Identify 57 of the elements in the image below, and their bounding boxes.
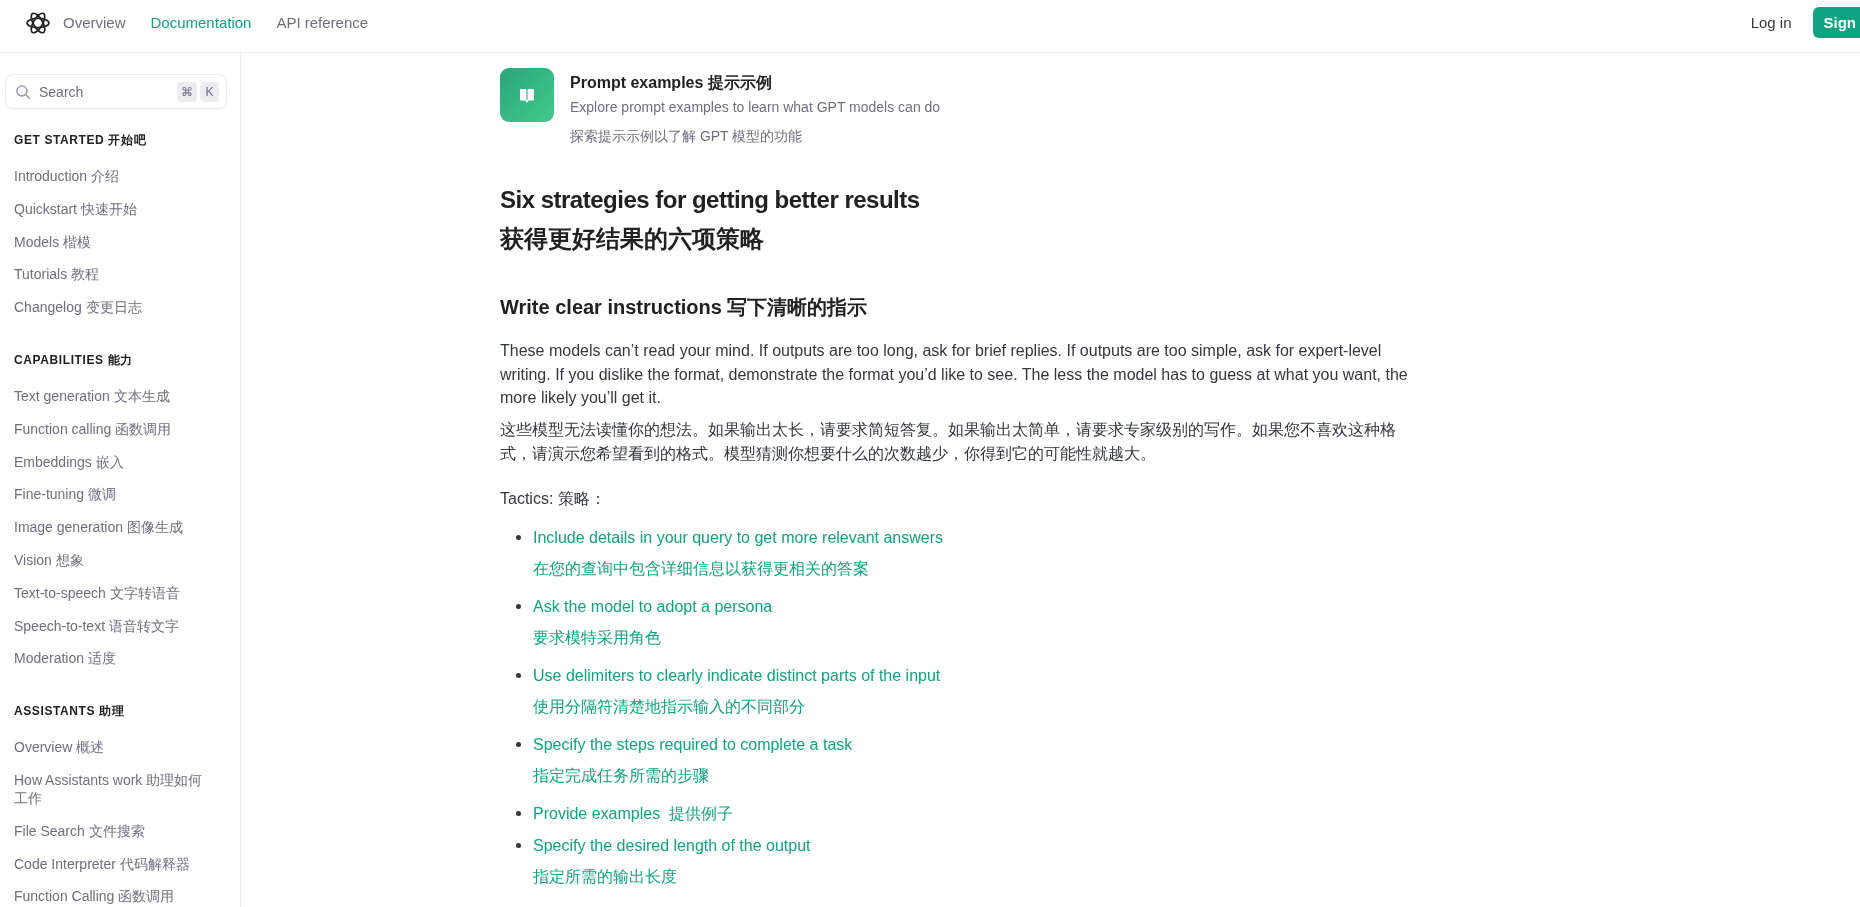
card-description-translation: 探索提示示例以了解 GPT 模型的功能 bbox=[570, 127, 804, 146]
sidebar-item[interactable]: Text-to-speech 文字转语音 bbox=[14, 576, 214, 610]
section-title: GET STARTED 开始吧 bbox=[14, 132, 148, 149]
bullet-icon bbox=[516, 673, 521, 678]
section-title: ASSISTANTS 助理 bbox=[14, 703, 126, 721]
sidebar-item[interactable]: Text generation 文本生成 bbox=[14, 379, 214, 413]
bullet-icon bbox=[516, 535, 521, 540]
shortcut-key: ⌘ bbox=[177, 81, 197, 102]
sidebar-item[interactable]: Image generation 图像生成 bbox=[14, 510, 214, 544]
signup-button[interactable]: Sign bbox=[1812, 7, 1860, 38]
sidebar-item[interactable]: Vision 想象 bbox=[14, 543, 214, 577]
tactic-link[interactable]: Include details in your query to get more relevant answers bbox=[533, 525, 943, 550]
bullet-icon bbox=[516, 742, 521, 747]
sidebar-item[interactable]: Quickstart 快速开始 bbox=[14, 192, 214, 226]
sidebar-item[interactable]: Code Interpreter 代码解释器 bbox=[14, 847, 214, 881]
bullet-icon bbox=[516, 604, 521, 609]
card-title[interactable]: Prompt examples 提示示例 bbox=[570, 73, 941, 93]
tactic-link[interactable]: Provide examples 提供例子 bbox=[533, 801, 734, 826]
paragraph: These models can’t read your mind. If outputs are too long, ask for brief replies. If outputs are too simple, ask for expert-level writing. If you dislike the format, demonstrate the format you’d like to see. The less the model has to guess at what you want, the more likely you’ll get it. bbox=[500, 341, 1409, 408]
sidebar-item[interactable]: Models 楷模 bbox=[14, 225, 214, 258]
sidebar-item[interactable]: Embeddings 嵌入 bbox=[14, 445, 214, 479]
sidebar-item[interactable]: Introduction 介绍 bbox=[14, 159, 214, 193]
login-link[interactable]: Log in bbox=[1750, 7, 1792, 38]
tactic-link-translation[interactable]: 要求模特采用角色 bbox=[533, 625, 661, 650]
bullet-icon bbox=[516, 843, 521, 848]
logo-icon bbox=[26, 10, 50, 35]
book-icon bbox=[500, 68, 554, 122]
paragraph-translation: 这些模型无法读懂你的想法。如果输出太长，请要求简短答复。如果输出太简单，请要求专家级别的写作。如果您不喜欢这种格式，请演示您希望看到的格式。模型猜测你想要什么的次数越少，你得到它的可能性就越大。 bbox=[500, 419, 1397, 464]
search-icon bbox=[16, 84, 30, 99]
tactic-link[interactable]: Specify the steps required to complete a task bbox=[533, 732, 853, 757]
nav-tab[interactable]: Overview bbox=[63, 7, 126, 38]
sidebar-item[interactable]: How Assistants work 助理如何工作 bbox=[14, 763, 214, 815]
nav-tab[interactable]: API reference bbox=[276, 7, 369, 38]
bullet-icon bbox=[516, 811, 521, 816]
sidebar-item[interactable]: Fine-tuning 微调 bbox=[14, 478, 214, 511]
tactic-link-translation[interactable]: 使用分隔符清楚地指示输入的不同部分 bbox=[533, 694, 805, 719]
tactics-label: Tactics: 策略： bbox=[500, 488, 607, 509]
section-title: CAPABILITIES 能力 bbox=[14, 352, 134, 370]
tactic-link-translation[interactable]: 在您的查询中包含详细信息以获得更相关的答案 bbox=[533, 556, 869, 581]
tactic-link-translation[interactable]: 指定所需的输出长度 bbox=[533, 864, 677, 889]
tactic-link[interactable]: Use delimiters to clearly indicate distinct parts of the input bbox=[533, 663, 941, 688]
nav-tab[interactable]: Documentation bbox=[150, 7, 252, 38]
section-heading: Write clear instructions 写下清晰的指示 bbox=[500, 295, 869, 320]
page-heading-translation: 获得更好结果的六项策略 bbox=[500, 223, 765, 254]
tactic-link[interactable]: Specify the desired length of the output bbox=[533, 833, 811, 858]
sidebar-item[interactable]: Changelog 变更日志 bbox=[14, 290, 214, 324]
sidebar-item[interactable]: Overview 概述 bbox=[14, 730, 214, 764]
tactic-link[interactable]: Ask the model to adopt a persona bbox=[533, 594, 773, 619]
sidebar-item[interactable]: Function Calling 函数调用 bbox=[14, 880, 214, 907]
sidebar-item[interactable]: Function calling 函数调用 bbox=[14, 412, 214, 446]
sidebar-item[interactable]: File Search 文件搜索 bbox=[14, 814, 214, 848]
sidebar-item[interactable]: Moderation 适度 bbox=[14, 641, 214, 675]
card-description: Explore prompt examples to learn what GPT models can do bbox=[570, 98, 941, 117]
page-heading: Six strategies for getting better results bbox=[500, 184, 921, 215]
tactic-link-translation[interactable]: 指定完成任务所需的步骤 bbox=[533, 763, 709, 788]
sidebar-item[interactable]: Tutorials 教程 bbox=[14, 257, 214, 291]
sidebar-item[interactable]: Speech-to-text 语音转文字 bbox=[14, 609, 214, 642]
